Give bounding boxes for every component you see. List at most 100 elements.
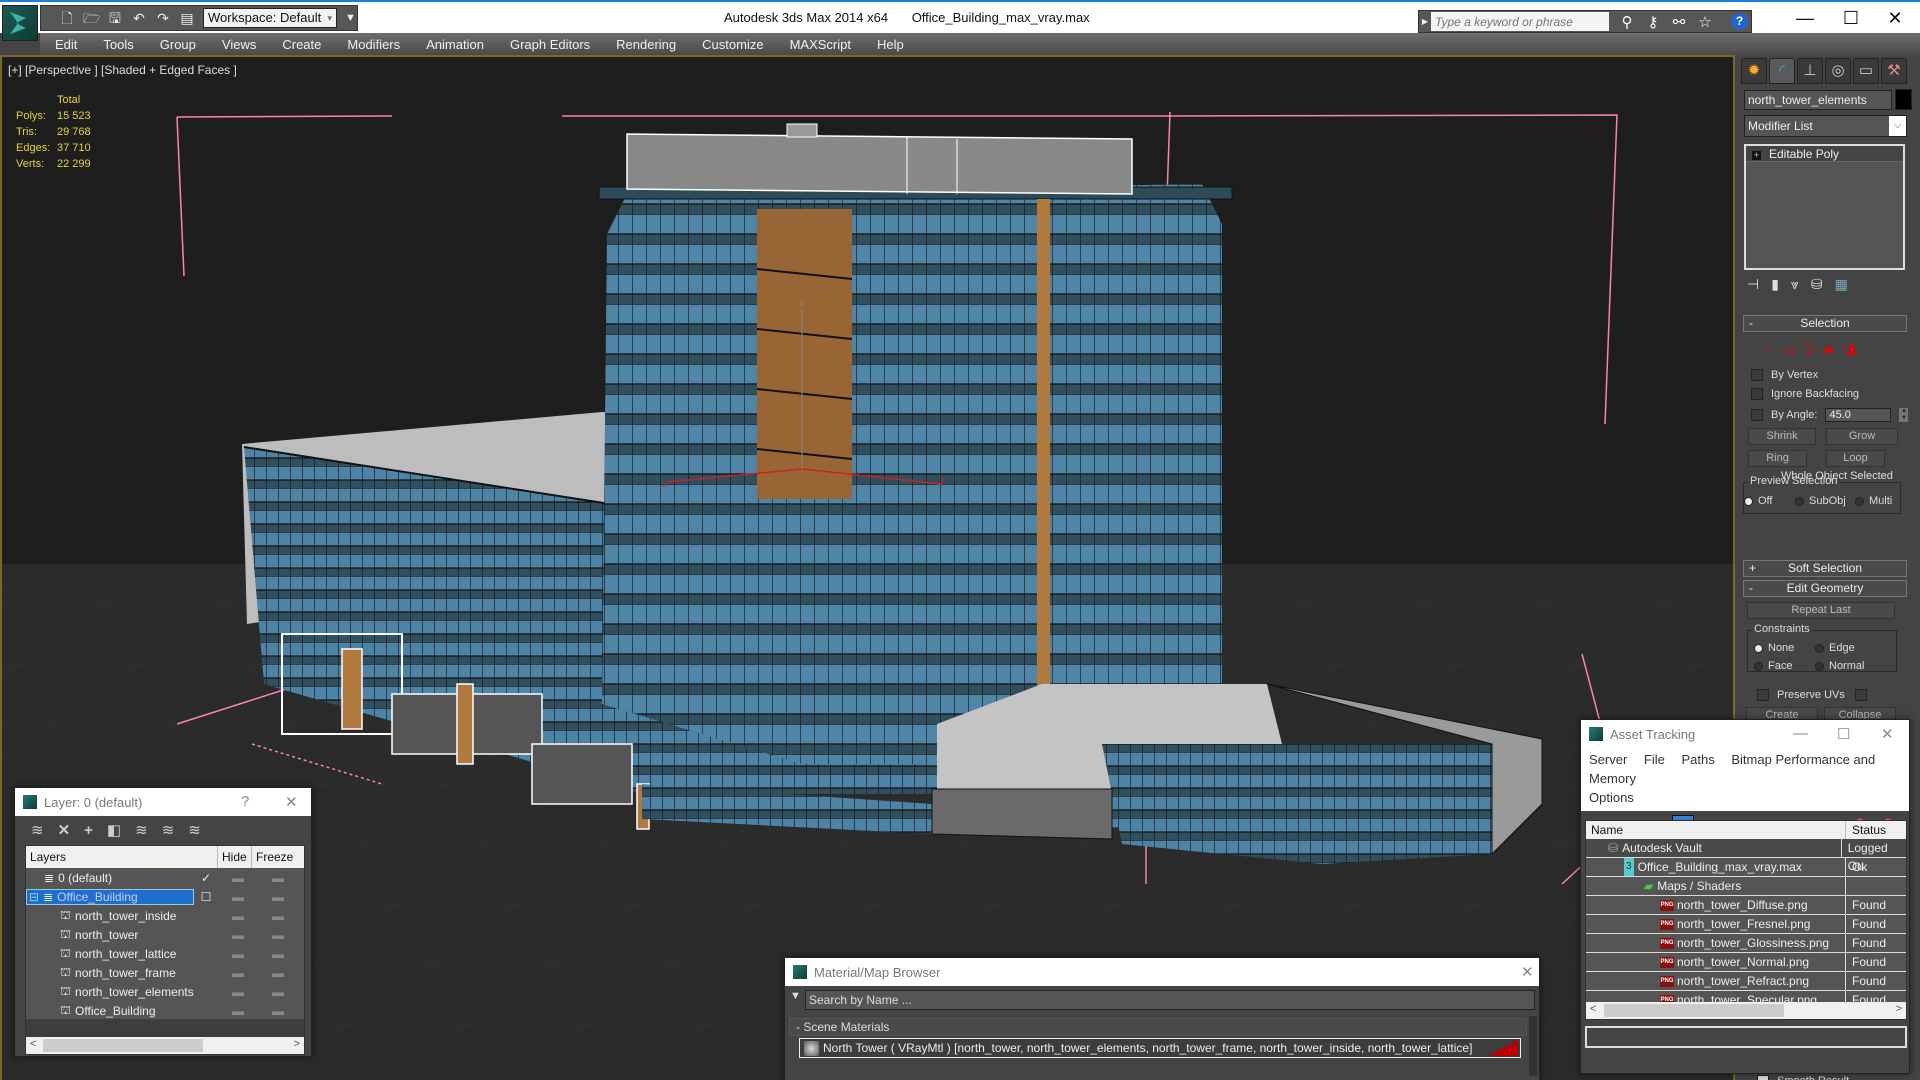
object-row[interactable]: ⛫ north_tower_frame ▬ ▬ xyxy=(26,963,304,982)
preserve-uvs-settings-icon[interactable] xyxy=(1854,689,1867,701)
angle-spinner[interactable]: ▲ ▼ xyxy=(1899,408,1909,422)
close-button[interactable]: ✕ xyxy=(285,793,298,811)
scene-materials-group[interactable]: - Scene Materials xyxy=(789,1018,1527,1036)
hide-freeze-all-icon[interactable]: ≋ xyxy=(188,821,201,839)
customize-qat-icon[interactable]: ▼ xyxy=(345,12,356,24)
constraint-edge-radio[interactable]: Edge xyxy=(1815,642,1855,654)
scroll-right-icon[interactable]: > xyxy=(1896,1003,1902,1015)
loop-button[interactable]: Loop xyxy=(1826,450,1885,467)
menu-edit[interactable]: Edit xyxy=(55,37,77,52)
horizontal-scrollbar[interactable]: < > xyxy=(1586,1002,1906,1019)
asset-row[interactable]: 3 Office_Building_max_vray.max Ok xyxy=(1586,858,1906,877)
modifier-list-dropdown[interactable]: Modifier List ⌵ xyxy=(1744,115,1907,137)
freeze-toggle[interactable]: ▬ xyxy=(258,1004,298,1018)
help-button[interactable]: ? xyxy=(241,793,249,810)
hide-toggle[interactable]: ▬ xyxy=(218,928,258,942)
display-tab[interactable]: ▭ xyxy=(1853,58,1879,84)
project-folder-icon[interactable]: ▤ xyxy=(179,10,195,26)
configure-modifier-sets-icon[interactable]: ▦ xyxy=(1835,276,1848,293)
border-icon[interactable]: Ɔ xyxy=(1804,342,1813,358)
maximize-button[interactable]: ☐ xyxy=(1836,8,1866,29)
edit-geometry-rollout-header[interactable]: - Edit Geometry xyxy=(1743,580,1907,597)
undo-icon[interactable]: ↶ xyxy=(131,10,147,26)
close-button[interactable]: ✕ xyxy=(1881,725,1894,743)
menu-customize[interactable]: Customize xyxy=(702,37,763,52)
constraint-face-radio[interactable]: Face xyxy=(1754,660,1792,672)
set-current-layer-icon[interactable]: ≋ xyxy=(162,821,175,839)
by-angle-checkbox[interactable]: By Angle: 45.0 ▲ ▼ xyxy=(1751,408,1909,422)
dialog-title-bar[interactable]: Material/Map Browser ✕ xyxy=(785,958,1539,986)
object-row[interactable]: ⛫ north_tower_lattice ▬ ▬ xyxy=(26,944,304,963)
smooth-result-checkbox[interactable]: Smooth Result xyxy=(1757,1075,1849,1080)
horizontal-scrollbar[interactable]: < > xyxy=(26,1037,304,1054)
ring-button[interactable]: Ring xyxy=(1748,450,1807,467)
asset-row[interactable]: PNG north_tower_Glossiness.png Found xyxy=(1586,934,1906,953)
menu-rendering[interactable]: Rendering xyxy=(616,37,676,52)
dialog-title-bar[interactable]: Asset Tracking — ☐ ✕ xyxy=(1581,720,1909,748)
scrollbar-thumb[interactable] xyxy=(43,1039,203,1052)
menu-maxscript[interactable]: MAXScript xyxy=(790,37,851,52)
asset-row[interactable]: ⛁ Autodesk Vault Logged Ou xyxy=(1586,839,1906,873)
constraint-normal-radio[interactable]: Normal xyxy=(1815,660,1864,672)
new-file-icon[interactable]: 🗋 xyxy=(59,10,75,26)
save-file-icon[interactable]: 🖫 xyxy=(107,10,123,26)
viewport-label-menu[interactable]: [+] [Perspective ] [Shaded + Edged Faces… xyxy=(8,63,237,77)
minimize-button[interactable]: — xyxy=(1793,725,1808,742)
add-to-layer-icon[interactable]: + xyxy=(84,822,93,839)
asset-row[interactable]: PNG north_tower_Refract.png Found xyxy=(1586,972,1906,991)
current-layer-check[interactable]: ☐ xyxy=(194,890,218,904)
edge-icon[interactable]: ◁ xyxy=(1783,342,1793,358)
layer-row[interactable]: ⊟ ≣ Office_Building ☐ ▬ ▬ xyxy=(26,887,304,906)
modify-tab[interactable]: ◜ xyxy=(1769,58,1795,84)
dialog-title-bar[interactable]: Layer: 0 (default) ? ✕ xyxy=(15,788,311,816)
motion-tab[interactable]: ◎ xyxy=(1825,58,1851,84)
infocenter-search-input[interactable] xyxy=(1431,12,1609,31)
preview-multi-radio[interactable]: Multi xyxy=(1855,495,1892,507)
element-icon[interactable]: ◨ xyxy=(1844,342,1856,358)
freeze-toggle[interactable]: ▬ xyxy=(258,947,298,961)
menu-tools[interactable]: Tools xyxy=(103,37,133,52)
hide-toggle[interactable]: ▬ xyxy=(218,985,258,999)
hide-toggle[interactable]: ▬ xyxy=(218,1004,258,1018)
create-tab[interactable]: ✹ xyxy=(1741,58,1767,84)
current-layer-check[interactable]: ✓ xyxy=(194,871,218,885)
repeat-last-button[interactable]: Repeat Last xyxy=(1747,602,1895,619)
hide-toggle[interactable]: ▬ xyxy=(218,947,258,961)
object-name-field[interactable]: north_tower_elements xyxy=(1744,90,1892,110)
asset-row[interactable]: PNG north_tower_Diffuse.png Found xyxy=(1586,896,1906,915)
vertex-icon[interactable]: ∴ xyxy=(1764,342,1772,358)
utilities-tab[interactable]: ⚒ xyxy=(1881,58,1907,84)
ignore-backfacing-checkbox[interactable]: Ignore Backfacing xyxy=(1751,388,1859,400)
hide-toggle[interactable]: ▬ xyxy=(218,966,258,980)
make-unique-icon[interactable]: ⩔ xyxy=(1791,276,1799,293)
freeze-toggle[interactable]: ▬ xyxy=(258,928,298,942)
material-search-input[interactable]: Search by Name ... xyxy=(805,990,1535,1010)
menu-paths[interactable]: Paths xyxy=(1682,752,1715,767)
freeze-toggle[interactable]: ▬ xyxy=(258,909,298,923)
close-button[interactable]: ✕ xyxy=(1880,8,1910,29)
menu-views[interactable]: Views xyxy=(222,37,256,52)
select-layer-icon[interactable]: ≋ xyxy=(135,821,148,839)
object-color-swatch[interactable] xyxy=(1895,89,1912,110)
object-row[interactable]: ⛫ north_tower_inside ▬ ▬ xyxy=(26,906,304,925)
minimize-button[interactable]: — xyxy=(1790,8,1820,29)
binoculars-icon[interactable]: ⚲ xyxy=(1619,13,1635,31)
hide-toggle[interactable]: ▬ xyxy=(218,909,258,923)
pin-stack-icon[interactable]: ⊣ xyxy=(1747,276,1759,293)
preview-off-radio[interactable]: Off xyxy=(1744,495,1772,507)
asset-row[interactable]: ▰ Maps / Shaders xyxy=(1586,877,1906,896)
column-status[interactable]: Status xyxy=(1846,821,1886,839)
menu-file[interactable]: File xyxy=(1644,752,1665,767)
open-file-icon[interactable]: 🗁 xyxy=(83,10,100,26)
workspace-dropdown[interactable]: Workspace: Default ▾ xyxy=(203,8,337,28)
delete-layer-icon[interactable]: ✕ xyxy=(58,821,71,839)
preview-subobj-radio[interactable]: SubObj xyxy=(1795,495,1846,507)
asset-row[interactable]: PNG north_tower_Normal.png Found xyxy=(1586,953,1906,972)
scroll-left-icon[interactable]: < xyxy=(30,1038,36,1050)
shrink-button[interactable]: Shrink xyxy=(1748,428,1816,445)
selection-rollout-header[interactable]: - Selection xyxy=(1743,315,1907,332)
menu-bitmap-performance[interactable]: Bitmap Performance and Memory xyxy=(1589,752,1875,786)
star-icon[interactable]: ☆ xyxy=(1697,13,1713,31)
material-item-north-tower[interactable]: North Tower ( VRayMtl ) [north_tower, no… xyxy=(799,1038,1521,1058)
column-hide[interactable]: Hide xyxy=(218,846,252,868)
